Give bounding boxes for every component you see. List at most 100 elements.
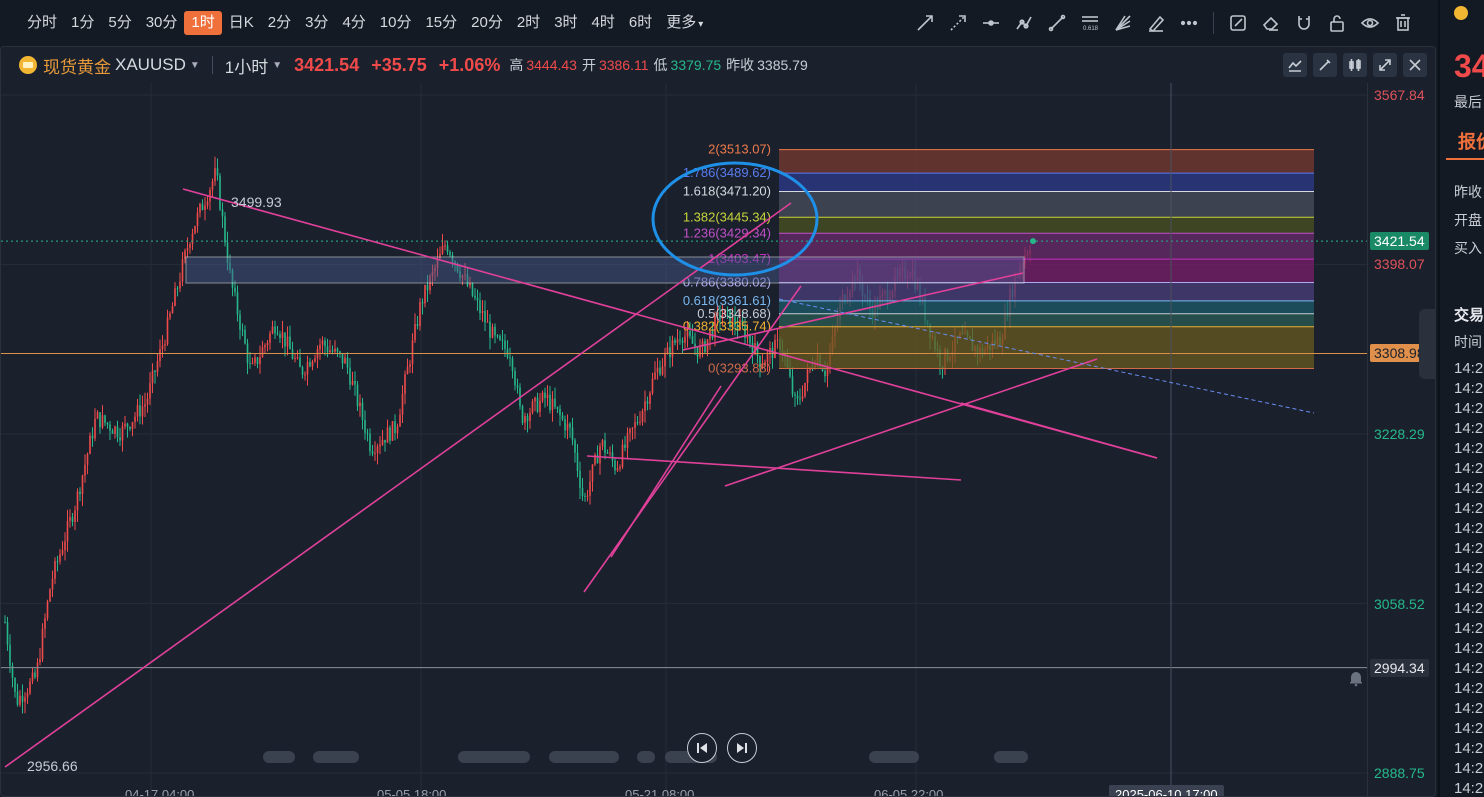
candle-body <box>641 411 644 422</box>
trade-time: 14:2 <box>1454 540 1484 557</box>
price-tick-label: 3228.29 <box>1374 426 1425 442</box>
period-tab[interactable]: 更多 <box>659 11 710 35</box>
trend-line-icon[interactable] <box>1042 8 1072 38</box>
horizontal-line-icon[interactable] <box>976 8 1006 38</box>
candle-body <box>296 357 299 359</box>
period-tab[interactable]: 6时 <box>622 11 659 35</box>
period-tab[interactable]: 15分 <box>418 11 464 35</box>
candle-body <box>546 394 549 398</box>
candle-body <box>51 578 54 590</box>
drawing-tools: 0.618 <box>910 0 1418 46</box>
candle-body <box>369 433 371 452</box>
symbol-name[interactable]: 现货黄金 <box>43 53 111 78</box>
candlestick-chart[interactable]: 2(3513.07) 1.786(3489.62) 1.618(3471.20) 1.… <box>1 83 1367 797</box>
draw-pen-icon[interactable] <box>1313 53 1337 77</box>
magnet-icon[interactable] <box>1289 8 1319 38</box>
time-tick-label: 2025-06-10 17:00 <box>1109 785 1224 796</box>
candle-body <box>119 437 121 441</box>
blur-pill <box>637 751 655 763</box>
candle-body <box>609 452 611 454</box>
price-change: +35.75 <box>371 54 427 75</box>
period-tab[interactable]: 30分 <box>139 11 185 35</box>
period-tab[interactable]: 4时 <box>585 11 622 35</box>
symbol-code[interactable]: XAUUSD <box>115 55 186 75</box>
candle-body <box>586 495 589 497</box>
period-tab[interactable]: 1时 <box>184 11 222 35</box>
blur-pill <box>458 751 530 763</box>
candle-body <box>101 415 104 428</box>
polyline-icon[interactable] <box>1009 8 1039 38</box>
candle-body <box>256 357 259 365</box>
prev-button[interactable] <box>687 733 717 763</box>
side-panel-handle[interactable] <box>1419 309 1435 379</box>
candle-body <box>136 405 139 417</box>
candle-body <box>71 516 74 522</box>
period-tab[interactable]: 20分 <box>464 11 510 35</box>
more-dots-icon[interactable] <box>1174 8 1204 38</box>
close-icon[interactable] <box>1403 53 1427 77</box>
period-tab[interactable]: 日K <box>222 11 261 35</box>
trade-time: 14:2 <box>1454 460 1484 477</box>
chart-panel: 现货黄金 XAUUSD ▼ 1小时 ▼ 3421.54 +35.75 +1.06… <box>0 46 1436 797</box>
expand-icon[interactable] <box>1373 53 1397 77</box>
candle-body <box>126 423 129 428</box>
blur-pill <box>869 751 919 763</box>
period-tab[interactable]: 1分 <box>64 11 101 35</box>
period-tab[interactable]: 4分 <box>335 11 372 35</box>
period-tab[interactable]: 5分 <box>101 11 138 35</box>
candle-body <box>306 362 309 375</box>
period-tab[interactable]: 3时 <box>547 11 584 35</box>
candle-body <box>346 357 349 368</box>
eraser-icon[interactable] <box>1256 8 1286 38</box>
candle-body <box>331 350 334 352</box>
brush-icon[interactable] <box>1141 8 1171 38</box>
fan-icon[interactable] <box>1108 8 1138 38</box>
price-axis[interactable]: 3567.84 3398.07 3228.29 3058.52 2888.75 3421.… <box>1367 83 1435 796</box>
resistance-zone[interactable] <box>185 256 1025 284</box>
candle-body <box>274 326 276 334</box>
edit-icon[interactable] <box>1223 8 1253 38</box>
dashed-arrow-icon[interactable] <box>943 8 973 38</box>
alert-bell-icon[interactable] <box>1347 669 1365 687</box>
candle-body <box>636 422 639 424</box>
candle-body <box>111 430 114 434</box>
candle-body <box>21 695 24 702</box>
trend-line[interactable] <box>586 455 962 481</box>
trade-time: 14:2 <box>1454 500 1484 517</box>
lock-icon[interactable] <box>1322 8 1352 38</box>
next-button[interactable] <box>727 733 757 763</box>
period-dropdown-icon[interactable]: ▼ <box>272 60 282 71</box>
trend-line[interactable] <box>4 202 792 768</box>
fibonacci-icon[interactable]: 0.618 <box>1075 8 1105 38</box>
period-tab[interactable]: 2分 <box>261 11 298 35</box>
eye-icon[interactable] <box>1355 8 1385 38</box>
candle-body <box>146 398 149 405</box>
period-select[interactable]: 1小时 <box>225 53 268 78</box>
candle-body <box>474 295 476 299</box>
candle-body <box>326 346 329 353</box>
candle-body <box>129 427 131 430</box>
candle-body <box>706 339 709 353</box>
blur-pill <box>313 751 359 763</box>
candle-style-icon[interactable] <box>1343 53 1367 77</box>
period-tab[interactable]: 分时 <box>20 11 64 35</box>
trade-time: 14:2 <box>1454 600 1484 617</box>
trade-time: 14:2 <box>1454 660 1484 677</box>
period-tab[interactable]: 3分 <box>298 11 335 35</box>
trend-line[interactable] <box>960 402 1158 459</box>
candle-body <box>606 452 609 454</box>
candle-body <box>124 423 126 427</box>
trend-line[interactable] <box>724 358 1098 487</box>
candle-body <box>691 335 694 344</box>
indicator-icon[interactable] <box>1283 53 1307 77</box>
candle-body <box>6 622 9 645</box>
candle-body <box>396 426 399 434</box>
symbol-dropdown-icon[interactable]: ▼ <box>190 60 200 71</box>
arrow-line-icon[interactable] <box>910 8 940 38</box>
trash-icon[interactable] <box>1388 8 1418 38</box>
period-tab[interactable]: 2时 <box>510 11 547 35</box>
candle-body <box>46 601 49 619</box>
period-tab[interactable]: 10分 <box>373 11 419 35</box>
candle-body <box>619 466 621 469</box>
tab-quote[interactable]: 报价 <box>1458 128 1484 154</box>
